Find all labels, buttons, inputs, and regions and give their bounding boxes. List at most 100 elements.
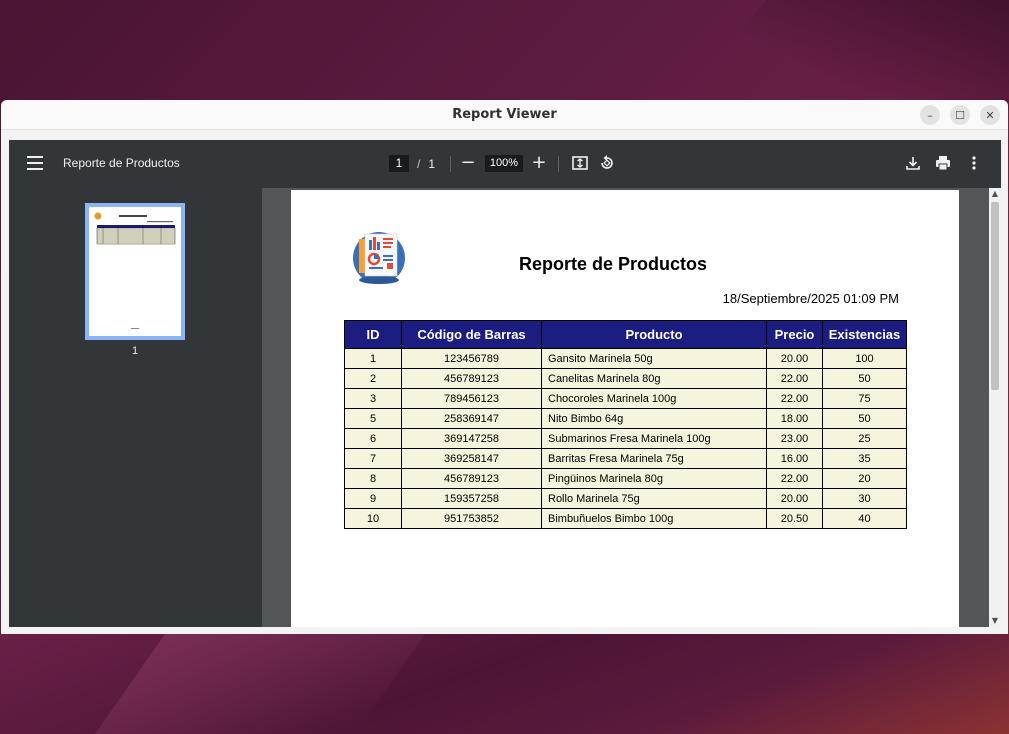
menu-icon[interactable] xyxy=(27,156,43,170)
column-header: ID xyxy=(344,320,402,349)
table-cell: Chocoroles Marinela 100g xyxy=(541,388,767,409)
table-cell: 951753852 xyxy=(401,508,542,529)
fit-page-icon[interactable] xyxy=(571,154,589,172)
table-cell: Canelitas Marinela 80g xyxy=(541,368,767,389)
divider xyxy=(558,156,559,172)
table-cell: 100 xyxy=(822,348,907,369)
print-icon[interactable] xyxy=(934,154,952,172)
more-options-icon[interactable] xyxy=(965,154,983,172)
report-logo xyxy=(353,232,405,284)
table-cell: Bimbuñuelos Bimbo 100g xyxy=(541,508,767,529)
table-header-row: ID Código de Barras Producto Precio Exis… xyxy=(344,320,907,349)
table-cell: 16.00 xyxy=(766,448,823,469)
table-cell: 6 xyxy=(344,428,402,449)
table-cell: 3 xyxy=(344,388,402,409)
minimize-icon: – xyxy=(927,108,933,122)
page-separator: / xyxy=(417,156,421,171)
close-button[interactable]: ✕ xyxy=(980,105,1000,125)
table-cell: 20.50 xyxy=(766,508,823,529)
page-number-input[interactable]: 1 xyxy=(389,155,409,172)
table-cell: 22.00 xyxy=(766,388,823,409)
table-cell: Pingüinos Marinela 80g xyxy=(541,468,767,489)
table-cell: Nito Bimbo 64g xyxy=(541,408,767,429)
zoom-level-input[interactable]: 100% xyxy=(485,155,523,172)
table-cell: 5 xyxy=(344,408,402,429)
table-cell: 30 xyxy=(822,488,907,509)
document-canvas: Reporte de Productos 18/Septiembre/2025 … xyxy=(262,188,1001,627)
vertical-scrollbar[interactable]: ▲ ▼ xyxy=(989,188,1001,627)
table-cell: 159357258 xyxy=(401,488,542,509)
minimize-button[interactable]: – xyxy=(920,105,940,125)
report-title: Reporte de Productos xyxy=(519,254,708,274)
page-thumbnail[interactable] xyxy=(85,203,185,340)
table-row: 6 369147258 Submarinos Fresa Marinela 100g… xyxy=(344,428,907,449)
divider xyxy=(450,156,451,172)
table-cell: 40 xyxy=(822,508,907,529)
column-header: Código de Barras xyxy=(401,320,542,349)
maximize-icon: ☐ xyxy=(955,108,965,122)
thumbnail-preview xyxy=(94,212,176,329)
window-title: Report Viewer xyxy=(452,107,557,122)
scroll-up-icon[interactable]: ▲ xyxy=(989,188,1001,200)
maximize-button[interactable]: ☐ xyxy=(950,105,970,125)
plus-icon: + xyxy=(531,152,547,173)
table-row: 8 456789123 Pingüinos Marinela 80g 22.00 20 xyxy=(344,468,907,489)
table-cell: 18.00 xyxy=(766,408,823,429)
table-cell: 50 xyxy=(822,408,907,429)
title-bar[interactable]: Report Viewer – ☐ ✕ xyxy=(1,100,1008,130)
column-header: Existencias xyxy=(822,320,907,349)
table-cell: 75 xyxy=(822,388,907,409)
table-cell: 50 xyxy=(822,368,907,389)
page-navigation: 1 / 1 xyxy=(389,155,435,172)
table-cell: Barritas Fresa Marinela 75g xyxy=(541,448,767,469)
column-header: Producto xyxy=(541,320,767,349)
column-header: Precio xyxy=(766,320,823,349)
table-cell: 2 xyxy=(344,368,402,389)
table-cell: 20 xyxy=(822,468,907,489)
table-cell: Gansito Marinela 50g xyxy=(541,348,767,369)
table-cell: 123456789 xyxy=(401,348,542,369)
thumbnail-sidebar: 1 xyxy=(9,188,262,627)
table-cell: 35 xyxy=(822,448,907,469)
zoom-in-button[interactable]: + xyxy=(529,153,549,173)
table-cell: Submarinos Fresa Marinela 100g xyxy=(541,428,767,449)
table-row: 5 258369147 Nito Bimbo 64g 18.00 50 xyxy=(344,408,907,429)
document-title: Reporte de Productos xyxy=(63,156,180,170)
table-cell: 369147258 xyxy=(401,428,542,449)
thumbnail-page-number: 1 xyxy=(131,345,139,357)
table-row: 3 789456123 Chocoroles Marinela 100g 22.00 7… xyxy=(344,388,907,409)
total-pages: 1 xyxy=(428,156,436,171)
table-cell: 789456123 xyxy=(401,388,542,409)
report-viewer-window: Report Viewer – ☐ ✕ Reporte de Productos… xyxy=(1,100,1008,634)
table-cell: 10 xyxy=(344,508,402,529)
table-cell: 456789123 xyxy=(401,468,542,489)
rotate-icon[interactable] xyxy=(598,154,616,172)
table-row: 7 369258147 Barritas Fresa Marinela 75g 16.… xyxy=(344,448,907,469)
pdf-page: Reporte de Productos 18/Septiembre/2025 … xyxy=(291,190,959,627)
table-cell: 369258147 xyxy=(401,448,542,469)
table-row: 1 123456789 Gansito Marinela 50g 20.00 100 xyxy=(344,348,907,369)
products-table: ID Código de Barras Producto Precio Exis… xyxy=(344,320,907,529)
minus-icon: − xyxy=(460,152,476,173)
close-icon: ✕ xyxy=(985,108,995,122)
table-cell: 258369147 xyxy=(401,408,542,429)
table-cell: 22.00 xyxy=(766,368,823,389)
table-cell: 7 xyxy=(344,448,402,469)
scroll-down-icon[interactable]: ▼ xyxy=(989,615,1001,627)
scrollbar-thumb[interactable] xyxy=(991,202,999,390)
download-icon[interactable] xyxy=(904,154,922,172)
table-cell: 20.00 xyxy=(766,488,823,509)
zoom-out-button[interactable]: − xyxy=(458,153,478,173)
report-date: 18/Septiembre/2025 01:09 PM xyxy=(722,291,899,306)
table-row: 2 456789123 Canelitas Marinela 80g 22.00 50 xyxy=(344,368,907,389)
table-cell: Rollo Marinela 75g xyxy=(541,488,767,509)
table-cell: 1 xyxy=(344,348,402,369)
table-cell: 23.00 xyxy=(766,428,823,449)
table-row: 9 159357258 Rollo Marinela 75g 20.00 30 xyxy=(344,488,907,509)
table-cell: 22.00 xyxy=(766,468,823,489)
table-cell: 8 xyxy=(344,468,402,489)
table-row: 10 951753852 Bimbuñuelos Bimbo 100g 20.50 40 xyxy=(344,508,907,529)
table-cell: 9 xyxy=(344,488,402,509)
table-cell: 25 xyxy=(822,428,907,449)
table-cell: 456789123 xyxy=(401,368,542,389)
